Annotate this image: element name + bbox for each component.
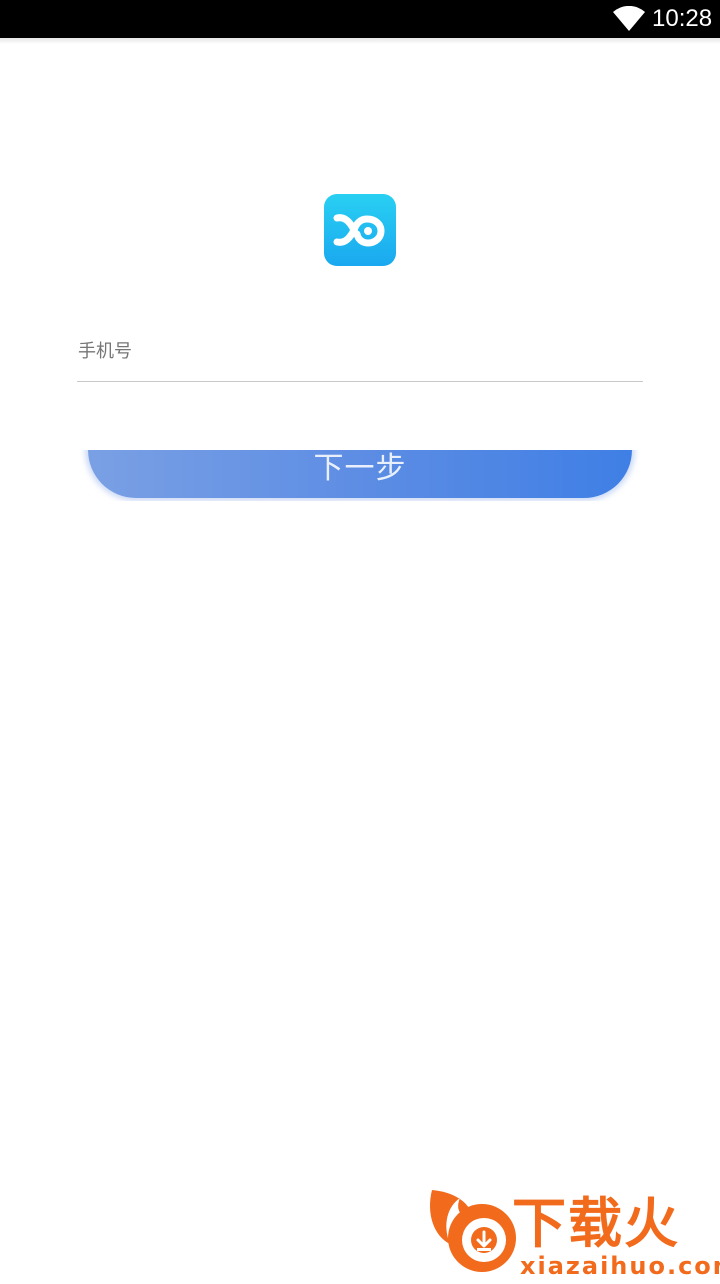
app-logo-icon [324,194,396,266]
watermark-url: xiazaihuo.com [520,1252,720,1280]
phone-number-input[interactable] [77,332,643,382]
next-button-container: 下一步 [80,450,640,501]
status-time: 10:28 [652,5,713,32]
status-bar-shadow [0,38,720,44]
watermark-title: 下载火 [512,1192,680,1255]
next-step-label: 下一步 [313,451,407,486]
next-step-button[interactable]: 下一步 [88,450,632,498]
xiazaihuo-logo-icon: 下载火 xiazaihuo.com [430,1190,720,1280]
xiazaihuo-watermark: 下载火 xiazaihuo.com [424,1184,720,1280]
wifi-icon [613,6,645,31]
status-bar: 10:28 [0,0,720,38]
